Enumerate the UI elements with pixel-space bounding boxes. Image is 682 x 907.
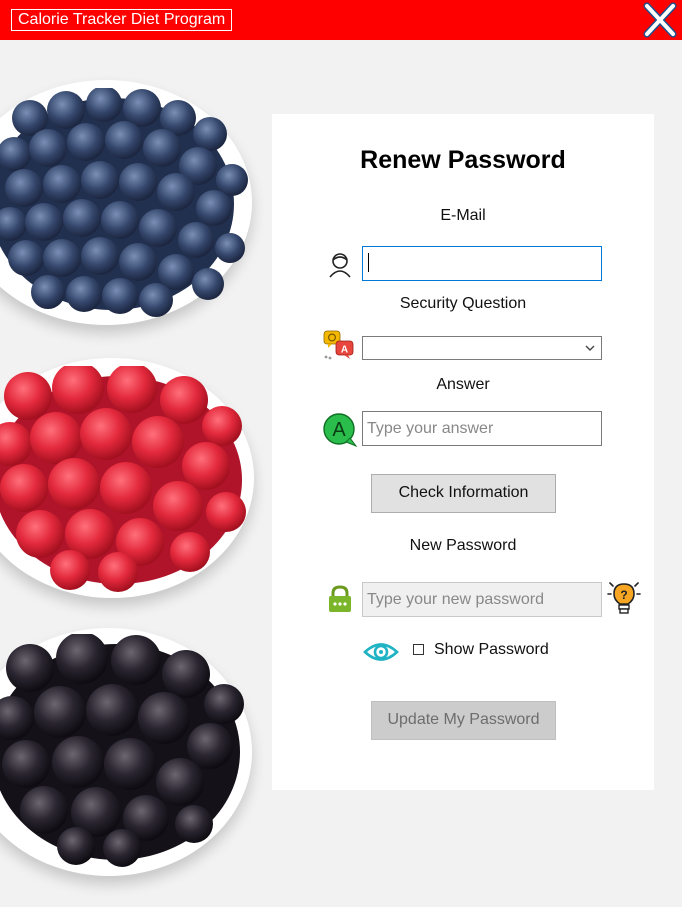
new-password-field[interactable]	[362, 582, 602, 617]
text-caret	[368, 253, 369, 272]
blackberries	[0, 634, 244, 867]
chevron-down-icon	[585, 345, 595, 351]
close-icon	[643, 2, 677, 38]
user-icon	[329, 253, 351, 278]
lock-icon	[329, 585, 351, 612]
svg-text:?: ?	[620, 588, 627, 602]
email-field[interactable]	[362, 246, 602, 281]
svg-text:A: A	[332, 419, 346, 441]
lightbulb-icon[interactable]: ?	[607, 580, 641, 616]
blueberries	[0, 88, 248, 317]
raspberries	[0, 366, 246, 592]
show-password-label: Show Password	[434, 641, 549, 658]
new-password-label: New Password	[409, 537, 517, 554]
title-bar: Calorie Tracker Diet Program	[0, 0, 682, 40]
answer-a-icon: A	[323, 413, 358, 448]
check-information-button[interactable]: Check Information	[371, 474, 556, 513]
close-button[interactable]	[640, 1, 680, 39]
security-question-select[interactable]	[362, 336, 602, 360]
email-label: E-Mail	[440, 207, 486, 224]
page-title: Renew Password	[360, 146, 566, 174]
security-question-label: Security Question	[399, 295, 527, 312]
answer-field[interactable]	[362, 411, 602, 446]
translate-chat-icon: A	[323, 330, 354, 360]
answer-label: Answer	[436, 376, 490, 393]
update-password-button[interactable]: Update My Password	[371, 701, 556, 740]
svg-text:A: A	[341, 345, 348, 356]
eye-icon[interactable]	[363, 639, 399, 665]
window-title: Calorie Tracker Diet Program	[11, 9, 233, 31]
show-password-checkbox[interactable]	[413, 644, 424, 655]
